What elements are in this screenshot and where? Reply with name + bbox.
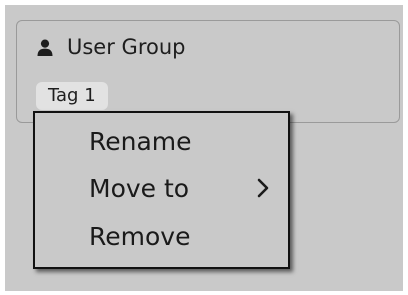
canvas: User Group Tag 1 Rename Move to Remove [0, 0, 408, 295]
menu-item-move-to[interactable]: Move to [35, 164, 288, 212]
menu-item-label: Remove [89, 221, 191, 251]
menu-item-label: Move to [89, 173, 190, 203]
tag-chip[interactable]: Tag 1 [36, 82, 108, 110]
group-header: User Group [36, 32, 185, 62]
menu-item-remove[interactable]: Remove [35, 212, 288, 260]
context-menu: Rename Move to Remove [33, 111, 290, 269]
user-icon [36, 38, 54, 56]
menu-item-label: Rename [89, 126, 192, 156]
group-title: User Group [67, 35, 186, 59]
menu-item-rename[interactable]: Rename [35, 117, 288, 165]
chevron-right-icon [252, 177, 274, 199]
